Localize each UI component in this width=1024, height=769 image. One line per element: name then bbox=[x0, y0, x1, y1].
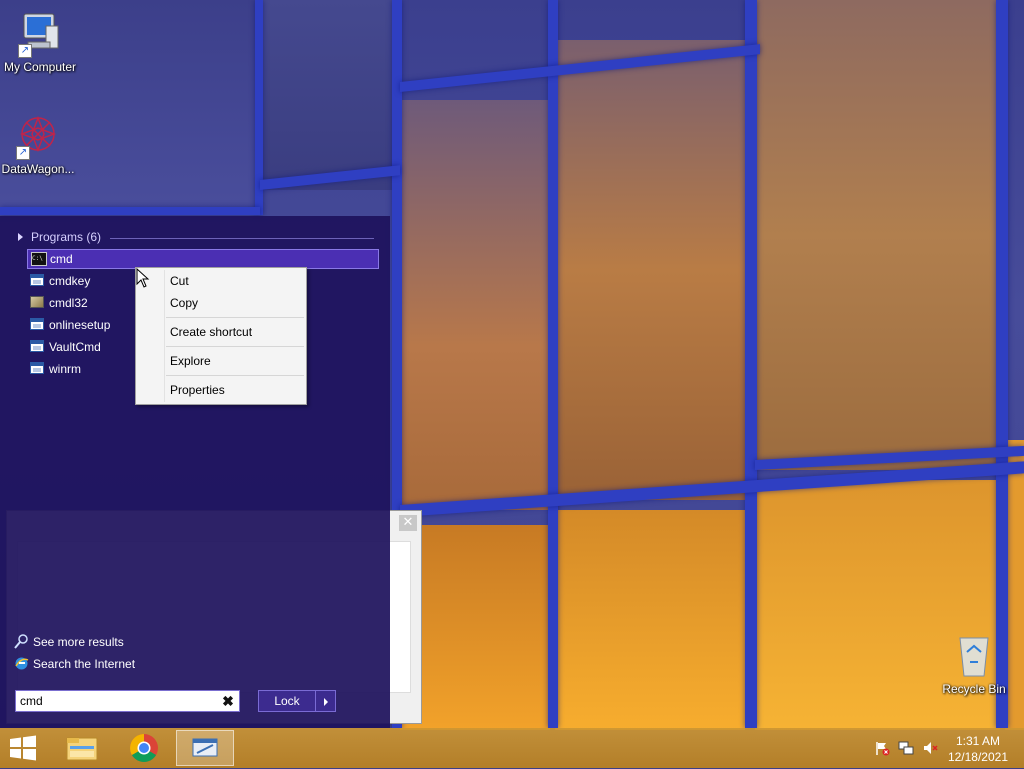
taskbar-run-window[interactable] bbox=[176, 730, 234, 766]
search-internet-label: Search the Internet bbox=[33, 657, 136, 671]
context-menu: Cut Copy Create shortcut Explore Propert… bbox=[135, 267, 307, 405]
start-button[interactable] bbox=[0, 730, 46, 766]
clock-time: 1:31 AM bbox=[955, 734, 1000, 748]
shortcut-arrow-icon: ↗ bbox=[18, 44, 32, 58]
programs-header-label: Programs (6) bbox=[31, 230, 102, 244]
context-menu-gutter bbox=[164, 270, 165, 402]
desktop-icon-datawagon[interactable]: ↗ DataWagon... bbox=[0, 112, 78, 176]
clock-date: 12/18/2021 bbox=[947, 750, 1008, 764]
network-icon[interactable] bbox=[898, 740, 914, 756]
volume-muted-icon[interactable] bbox=[922, 740, 938, 756]
context-menu-explore[interactable]: Explore bbox=[170, 351, 211, 371]
desktop-icon-my-computer[interactable]: ↗ My Computer bbox=[0, 10, 80, 74]
magnifier-icon bbox=[14, 634, 29, 649]
search-internet-link[interactable]: Search the Internet bbox=[14, 656, 135, 678]
action-center-flag-icon[interactable] bbox=[874, 740, 890, 756]
taskbar-file-explorer[interactable] bbox=[54, 730, 110, 766]
internet-explorer-icon bbox=[14, 656, 29, 671]
context-menu-copy[interactable]: Copy bbox=[170, 293, 198, 313]
more-results-links: See more results Search the Internet bbox=[14, 634, 135, 678]
start-search-input[interactable] bbox=[20, 693, 215, 709]
taskbar-clock[interactable]: 1:31 AM 12/18/2021 bbox=[948, 733, 1008, 765]
app-window-icon bbox=[30, 274, 44, 286]
expand-triangle-icon bbox=[18, 233, 23, 241]
programs-group-header[interactable]: Programs (6) bbox=[18, 230, 374, 246]
program-label: cmd bbox=[50, 252, 73, 266]
app-window-icon bbox=[30, 318, 44, 330]
app-window-icon bbox=[30, 340, 44, 352]
desktop-icon-label: DataWagon... bbox=[1, 162, 75, 176]
program-label: onlinesetup bbox=[49, 318, 111, 332]
file-explorer-icon bbox=[66, 737, 98, 761]
start-search-box[interactable]: ✖ bbox=[15, 690, 240, 712]
computer-icon: ↗ bbox=[16, 10, 64, 58]
context-menu-create-shortcut[interactable]: Create shortcut bbox=[170, 322, 252, 342]
recycle-bin-icon bbox=[954, 632, 994, 680]
app-window-icon bbox=[30, 362, 44, 374]
context-menu-separator bbox=[166, 375, 304, 376]
chrome-icon bbox=[130, 734, 158, 762]
clear-search-icon[interactable]: ✖ bbox=[221, 692, 235, 710]
see-more-results-label: See more results bbox=[33, 635, 124, 649]
datawagon-icon: ↗ bbox=[14, 112, 62, 160]
shortcut-arrow-icon: ↗ bbox=[16, 146, 30, 160]
console-icon: C:\ bbox=[31, 252, 47, 266]
context-menu-cut[interactable]: Cut bbox=[170, 271, 189, 291]
program-item-cmd[interactable]: C:\ cmd bbox=[27, 249, 379, 269]
desktop-icon-recycle-bin[interactable]: Recycle Bin bbox=[934, 632, 1014, 696]
program-label: winrm bbox=[49, 362, 81, 376]
context-menu-separator bbox=[166, 346, 304, 347]
close-icon[interactable]: ✕ bbox=[399, 515, 417, 531]
program-label: cmdl32 bbox=[49, 296, 88, 310]
header-divider bbox=[110, 238, 374, 239]
context-menu-separator bbox=[166, 317, 304, 318]
taskbar: 1:31 AM 12/18/2021 bbox=[0, 728, 1024, 768]
desktop-icon-label: My Computer bbox=[3, 60, 77, 74]
run-window-icon bbox=[192, 738, 218, 757]
windows-logo-icon bbox=[10, 735, 36, 761]
program-label: VaultCmd bbox=[49, 340, 101, 354]
utility-icon bbox=[30, 296, 44, 308]
mouse-cursor-icon bbox=[136, 268, 150, 288]
see-more-results-link[interactable]: See more results bbox=[14, 634, 135, 656]
lock-button[interactable]: Lock bbox=[258, 690, 316, 712]
power-options-arrow-button[interactable] bbox=[315, 690, 336, 712]
desktop-icon-label: Recycle Bin bbox=[942, 682, 1006, 696]
taskbar-chrome[interactable] bbox=[116, 730, 172, 766]
program-label: cmdkey bbox=[49, 274, 91, 288]
power-options: Lock bbox=[258, 690, 336, 712]
context-menu-properties[interactable]: Properties bbox=[170, 380, 225, 400]
